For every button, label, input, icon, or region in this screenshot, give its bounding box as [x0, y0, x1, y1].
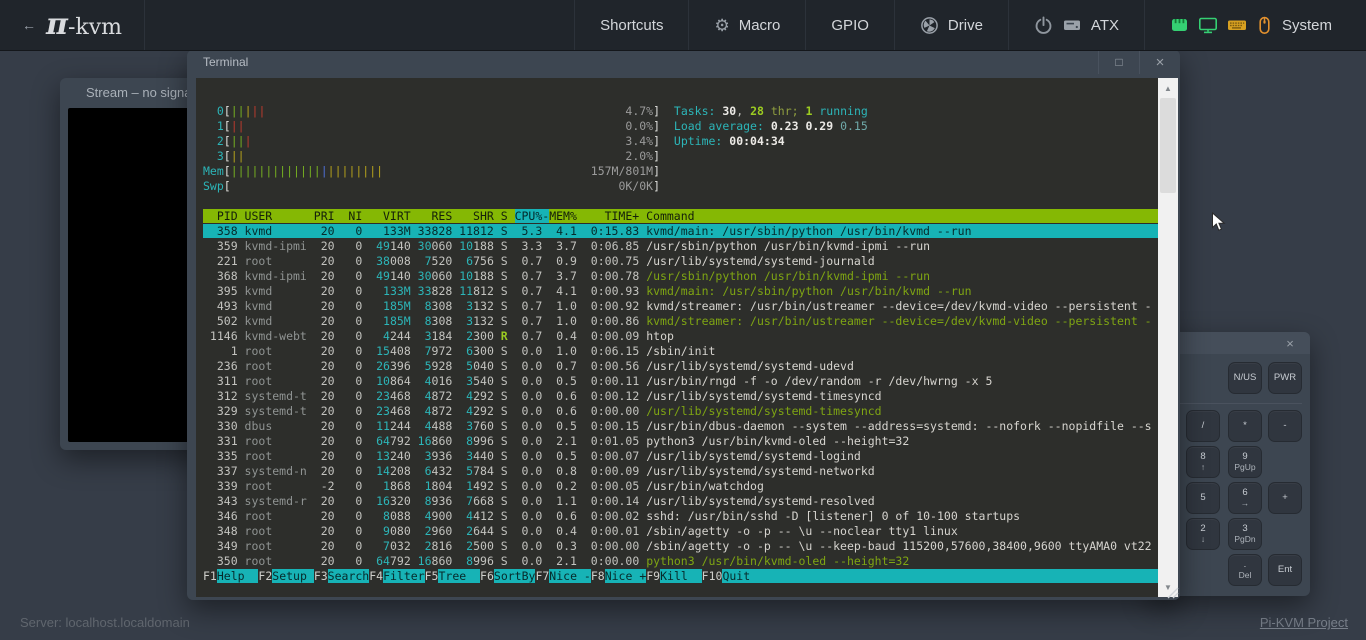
- keypad-key-.[interactable]: .Del: [1228, 554, 1262, 586]
- scrollbar-thumb[interactable]: [1160, 98, 1176, 193]
- psu-box-icon: [1062, 16, 1082, 34]
- keypad-key-/[interactable]: /: [1186, 410, 1220, 442]
- mouse-cursor: [1211, 212, 1226, 232]
- nav-item-label: Macro: [739, 17, 781, 34]
- keypad-key-3[interactable]: 3PgDn: [1228, 518, 1262, 550]
- keypad-key--[interactable]: -: [1268, 410, 1302, 442]
- keypad-key-5[interactable]: 5: [1186, 482, 1220, 514]
- keyboard-status-icon: [1227, 16, 1247, 34]
- power-icon: [1034, 16, 1053, 35]
- ethernet-status-icon: [1170, 16, 1189, 34]
- keypad-key-9[interactable]: 9PgUp: [1228, 446, 1262, 478]
- keypad-key-pwr[interactable]: PWR: [1268, 362, 1302, 394]
- terminal-window: Terminal □ × 0[||||| 4.7%] Tasks: 30, 28…: [187, 50, 1180, 600]
- top-navbar: ← π-kvm Shortcuts ⚙ Macro GPIO Dr: [0, 0, 1366, 51]
- keypad-key-2[interactable]: 2↓: [1186, 518, 1220, 550]
- nav-item-shortcuts[interactable]: Shortcuts: [574, 0, 688, 50]
- terminal-title: Terminal: [203, 55, 248, 69]
- nav-item-drive[interactable]: Drive: [894, 0, 1008, 50]
- keypad-key-n/us[interactable]: N/US: [1228, 362, 1262, 394]
- nav-item-label: System: [1282, 17, 1332, 34]
- keypad-close-button[interactable]: ×: [1278, 332, 1302, 354]
- pikvm-app: ← π-kvm Shortcuts ⚙ Macro GPIO Dr: [0, 0, 1366, 640]
- nav-item-system[interactable]: System: [1144, 0, 1366, 50]
- server-hostname: Server: localhost.localdomain: [20, 615, 190, 630]
- mouse-status-icon: [1256, 16, 1273, 35]
- terminal-content[interactable]: 0[||||| 4.7%] Tasks: 30, 28 thr; 1 runni…: [196, 78, 1178, 597]
- keypad-key-6[interactable]: 6→: [1228, 482, 1262, 514]
- back-arrow-icon: ←: [22, 17, 36, 33]
- close-button[interactable]: ×: [1139, 50, 1180, 74]
- keypad-key-*[interactable]: *: [1228, 410, 1262, 442]
- nav-item-gpio[interactable]: GPIO: [805, 0, 894, 50]
- terminal-scrollbar[interactable]: ▲ ▼: [1158, 78, 1178, 597]
- display-status-icon: [1198, 16, 1218, 34]
- pikvm-project-link[interactable]: Pi-KVM Project: [1260, 615, 1348, 630]
- keypad-key-ent[interactable]: Ent: [1268, 554, 1302, 586]
- resize-handle[interactable]: [1166, 586, 1179, 599]
- nav-item-atx[interactable]: ATX: [1008, 0, 1144, 50]
- logo[interactable]: ← π-kvm: [0, 0, 145, 50]
- nav-item-label: GPIO: [831, 17, 869, 34]
- nav-menu: Shortcuts ⚙ Macro GPIO Drive: [574, 0, 1366, 50]
- maximize-button[interactable]: □: [1098, 50, 1139, 74]
- keypad-key-8[interactable]: 8↑: [1186, 446, 1220, 478]
- scroll-up-arrow-icon[interactable]: ▲: [1158, 80, 1178, 96]
- nav-item-label: ATX: [1091, 17, 1119, 34]
- nav-item-macro[interactable]: ⚙ Macro: [688, 0, 805, 50]
- logo-text: π-kvm: [46, 10, 122, 40]
- keypad-key-+[interactable]: +: [1268, 482, 1302, 514]
- nav-item-label: Shortcuts: [600, 17, 663, 34]
- terminal-titlebar[interactable]: Terminal □ ×: [187, 50, 1180, 74]
- drive-fan-icon: [920, 16, 939, 35]
- htop-output: 0[||||| 4.7%] Tasks: 30, 28 thr; 1 runni…: [203, 104, 1159, 584]
- nav-item-label: Drive: [948, 17, 983, 34]
- gear-icon: ⚙: [714, 17, 729, 34]
